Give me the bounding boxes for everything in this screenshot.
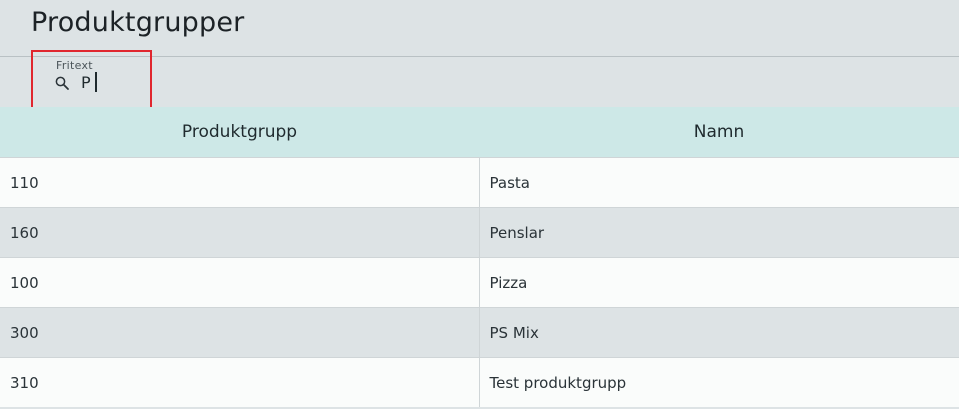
column-header-produktgrupp[interactable]: Produktgrupp [0,107,479,158]
table-row[interactable]: 160 Penslar [0,207,959,258]
table-row[interactable]: 300 PS Mix [0,307,959,358]
cell-namn: Test produktgrupp [478,357,959,407]
text-caret [95,72,97,92]
page-header: Produktgrupper [0,0,959,57]
search-input[interactable] [81,71,141,93]
search-icon [55,76,69,90]
search-field[interactable]: Fritext [31,50,152,109]
column-header-namn[interactable]: Namn [479,107,959,158]
cell-produktgrupp: 100 [0,257,479,308]
cell-produktgrupp: 110 [0,157,479,208]
cell-namn: Pasta [478,157,959,208]
cell-namn: Pizza [478,257,959,308]
table-row[interactable]: 310 Test produktgrupp [0,357,959,407]
table-row[interactable]: 110 Pasta [0,157,959,208]
product-group-table: Produktgrupp Namn 110 Pasta 160 Penslar … [0,107,959,407]
cell-produktgrupp: 300 [0,307,479,358]
page-title: Produktgrupper [31,7,245,38]
table-row[interactable]: 100 Pizza [0,257,959,308]
cell-namn: Penslar [478,207,959,258]
filter-bar: Fritext [0,50,959,109]
cell-produktgrupp: 160 [0,207,479,258]
cell-namn: PS Mix [478,307,959,358]
cell-produktgrupp: 310 [0,357,479,407]
table-header-row: Produktgrupp Namn [0,107,959,158]
